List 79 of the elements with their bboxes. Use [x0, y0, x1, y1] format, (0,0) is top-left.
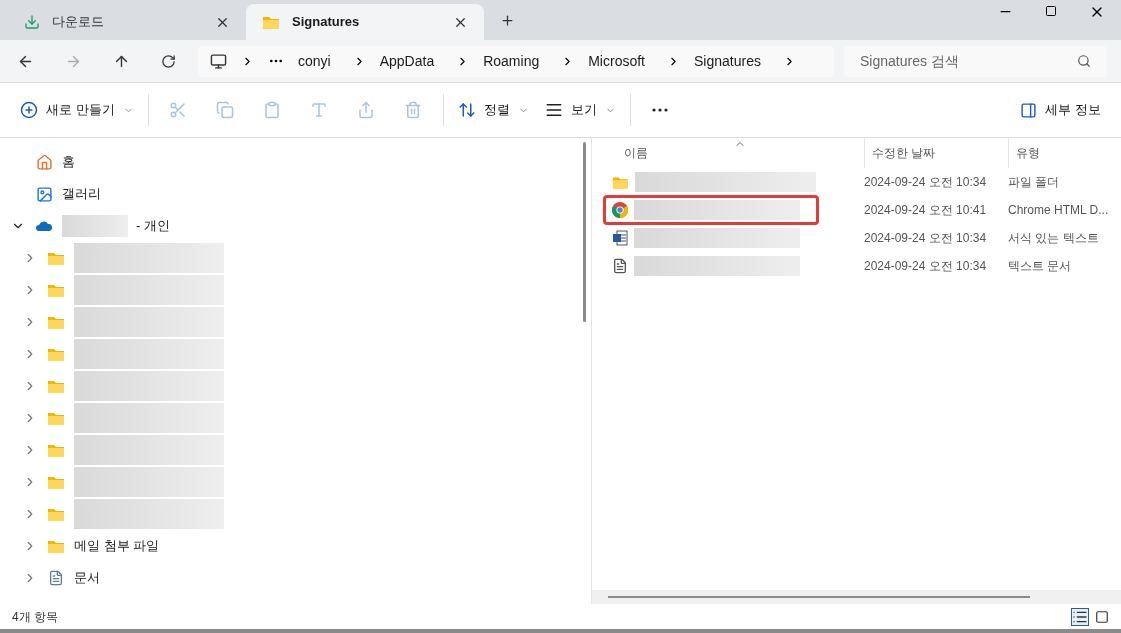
- refresh-icon[interactable]: [161, 53, 176, 69]
- date-cell-text: 2024-09-24 오전 10:41: [864, 202, 988, 219]
- more-icon: [652, 108, 669, 112]
- type-cell-text: Chrome HTML D...: [1008, 202, 1109, 219]
- maximize-icon[interactable]: [1045, 5, 1057, 17]
- sidebar-label: 메일 첨부 파일: [74, 537, 160, 556]
- breadcrumb-item[interactable]: Signatures: [694, 50, 761, 72]
- folder-icon: [262, 14, 280, 30]
- folder-icon: [47, 346, 65, 362]
- text-file-icon: [612, 258, 628, 274]
- folder-icon: [47, 250, 65, 266]
- scrollbar-thumb[interactable]: [582, 142, 586, 322]
- folder-icon: [47, 506, 65, 522]
- copy-icon: [216, 101, 235, 119]
- search-field[interactable]: Signatures 검색: [844, 45, 1107, 77]
- tab-label: Signatures: [292, 13, 361, 32]
- toolbar-button[interactable]: 정렬: [449, 92, 537, 128]
- toolbar-button[interactable]: 보기: [536, 92, 624, 128]
- breadcrumb-item[interactable]: conyi: [298, 50, 331, 72]
- breadcrumb-item[interactable]: AppData: [379, 50, 435, 72]
- folder-icon: [47, 378, 65, 394]
- search-icon: [1077, 53, 1091, 68]
- computer-icon: [210, 52, 227, 70]
- tab[interactable]: 다운로드: [8, 4, 246, 40]
- rename-icon: [310, 101, 329, 119]
- paste-icon: [263, 101, 282, 119]
- type-cell-text: 서식 있는 텍스트: [1008, 230, 1099, 247]
- rich-text-file-icon: [612, 230, 628, 246]
- sidebar-item[interactable]: 문서: [2, 562, 577, 594]
- download-icon: [24, 14, 40, 30]
- details-button[interactable]: 세부 정보: [1012, 92, 1109, 128]
- date-cell-text: 2024-09-24 오전 10:34: [864, 174, 988, 191]
- tab[interactable]: Signatures: [246, 4, 484, 40]
- folder-icon: [47, 442, 65, 458]
- folder-icon: [47, 282, 65, 298]
- folder-icon: [612, 174, 629, 190]
- sort-icon: [457, 101, 476, 119]
- document-icon: [48, 570, 64, 586]
- details-pane-icon: [1020, 101, 1038, 119]
- date-cell-text: 2024-09-24 오전 10:34: [864, 258, 988, 275]
- breadcrumb-item[interactable]: Microsoft: [588, 50, 645, 72]
- date-cell-text: 2024-09-24 오전 10:34: [864, 230, 988, 247]
- column-header[interactable]: 수정한 날짜: [864, 138, 1008, 168]
- delete-icon: [404, 101, 423, 119]
- sidebar-label: 갤러리: [62, 185, 101, 204]
- file-name-cell[interactable]: [603, 195, 819, 225]
- tab-label: 다운로드: [52, 13, 105, 32]
- folder-icon: [47, 474, 65, 490]
- sidebar-item[interactable]: - 개인: [2, 210, 577, 242]
- share-icon: [357, 101, 376, 119]
- list-view-icon: [544, 101, 563, 119]
- address-bar[interactable]: conyi AppData Roaming Microsoft Signatures: [198, 45, 834, 77]
- gallery-icon: [35, 185, 53, 203]
- cut-icon: [169, 101, 188, 119]
- folder-icon: [47, 314, 65, 330]
- column-header[interactable]: 이름: [592, 138, 864, 168]
- folder-icon: [47, 410, 65, 426]
- sidebar-item[interactable]: 갤러리: [2, 178, 577, 210]
- sidebar-label: 문서: [74, 569, 100, 588]
- sidebar-item[interactable]: 메일 첨부 파일: [2, 530, 577, 562]
- home-icon: [35, 153, 53, 171]
- sidebar-label: 홈: [62, 153, 75, 172]
- item-count: 4개 항목: [12, 608, 58, 626]
- sidebar-item[interactable]: 홈: [2, 146, 577, 178]
- add-icon: [20, 101, 38, 119]
- new-tab-icon[interactable]: [500, 13, 515, 28]
- breadcrumb-item[interactable]: Roaming: [483, 50, 540, 72]
- column-header[interactable]: 유형: [1008, 138, 1121, 168]
- type-cell-text: 텍스트 문서: [1008, 258, 1072, 275]
- folder-icon: [47, 538, 65, 554]
- sidebar-label: - 개인: [136, 217, 170, 236]
- details-view-icon[interactable]: [1071, 607, 1089, 626]
- type-cell-text: 파일 폴더: [1008, 174, 1060, 191]
- browser-icon: [612, 202, 628, 218]
- toolbar-button[interactable]: 새로 만들기: [12, 92, 142, 128]
- scrollbar-thumb[interactable]: [608, 596, 1030, 598]
- tiles-view-icon[interactable]: [1095, 609, 1109, 624]
- cloud-icon: [35, 220, 53, 232]
- blurred-name: [62, 215, 128, 237]
